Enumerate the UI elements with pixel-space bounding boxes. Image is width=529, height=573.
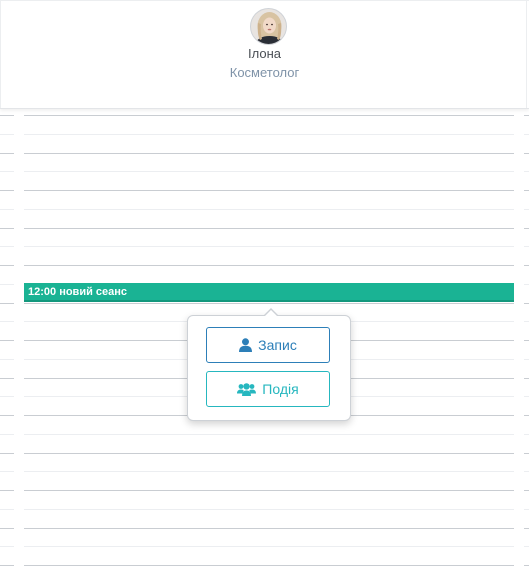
- time-slot-line: [0, 453, 14, 454]
- time-slot-line: [0, 415, 14, 416]
- staff-header: Ілона Косметолог: [0, 0, 529, 109]
- time-slot-line: [0, 359, 14, 360]
- time-slot-line: [24, 246, 514, 247]
- time-slot-line: [0, 434, 14, 435]
- time-slot-line: [24, 171, 514, 172]
- create-popover: Запис Подія: [187, 308, 351, 421]
- time-slot-line: [524, 228, 529, 229]
- new-event-label: Подія: [262, 381, 299, 397]
- time-slot-line: [0, 321, 14, 322]
- time-slot-line: [24, 490, 514, 491]
- time-slot-line: [0, 153, 14, 154]
- time-slot-line: [524, 565, 529, 566]
- new-record-label: Запис: [258, 337, 297, 353]
- header-divider: [0, 0, 529, 1]
- time-slot-line: [0, 490, 14, 491]
- time-slot-line: [524, 246, 529, 247]
- time-slot-line: [524, 321, 529, 322]
- time-slot-line: [524, 434, 529, 435]
- time-slot-line: [24, 453, 514, 454]
- time-slot-line: [524, 546, 529, 547]
- time-slot-line: [24, 209, 514, 210]
- time-slot-line: [524, 265, 529, 266]
- time-slot-line: [24, 528, 514, 529]
- time-slot-line: [524, 284, 529, 285]
- time-slot-line: [524, 471, 529, 472]
- time-slot-line: [524, 153, 529, 154]
- time-slot-line: [524, 453, 529, 454]
- avatar[interactable]: [250, 8, 287, 45]
- time-slot-line: [0, 115, 14, 116]
- new-record-button[interactable]: Запис: [206, 327, 330, 363]
- time-slot-line: [524, 190, 529, 191]
- time-slot-line: [524, 303, 529, 304]
- time-slot-line: [524, 171, 529, 172]
- time-slot-line: [524, 378, 529, 379]
- time-slot-line: [524, 134, 529, 135]
- time-slot-line: [524, 396, 529, 397]
- time-slot-line: [24, 471, 514, 472]
- time-slot-line: [524, 415, 529, 416]
- time-slot-line: [524, 490, 529, 491]
- user-icon: [239, 338, 253, 352]
- popover-arrow: [264, 310, 278, 317]
- time-slot-line: [0, 471, 14, 472]
- time-slot-line: [0, 303, 14, 304]
- avatar-photo: [251, 9, 286, 44]
- next-day-column: [524, 109, 529, 573]
- time-slot-line: [524, 115, 529, 116]
- time-slot-line: [524, 528, 529, 529]
- time-slot-line: [0, 284, 14, 285]
- time-slot-line: [24, 265, 514, 266]
- time-slot-line: [0, 228, 14, 229]
- users-icon: [237, 382, 257, 396]
- time-slot-line: [24, 434, 514, 435]
- time-slot-line: [0, 340, 14, 341]
- time-slot-line: [524, 359, 529, 360]
- time-slot-line: [0, 565, 14, 566]
- time-slot-line: [0, 134, 14, 135]
- time-slot-line: [24, 134, 514, 135]
- time-slot-line: [0, 396, 14, 397]
- staff-role: Косметолог: [229, 65, 300, 80]
- time-slot-line: [24, 565, 514, 566]
- time-slot-line: [24, 546, 514, 547]
- time-slot-line: [24, 509, 514, 510]
- calendar-page: Ілона Косметолог 12:00 новий сеанс Запис: [0, 0, 529, 573]
- staff-name: Ілона: [248, 46, 281, 61]
- time-slot-line: [24, 303, 514, 304]
- time-slot-line: [524, 340, 529, 341]
- time-slot-line: [524, 209, 529, 210]
- new-event-button[interactable]: Подія: [206, 371, 330, 407]
- event-label: 12:00 новий сеанс: [28, 286, 128, 298]
- time-slot-line: [0, 190, 14, 191]
- time-slot-line: [24, 153, 514, 154]
- time-slot-line: [0, 509, 14, 510]
- time-slot-line: [524, 509, 529, 510]
- calendar-event[interactable]: 12:00 новий сеанс: [24, 283, 514, 302]
- time-slot-line: [0, 265, 14, 266]
- time-slot-line: [24, 190, 514, 191]
- time-slot-line: [0, 528, 14, 529]
- time-slot-line: [0, 546, 14, 547]
- time-slot-line: [0, 209, 14, 210]
- time-slot-line: [0, 378, 14, 379]
- time-slot-line: [24, 228, 514, 229]
- time-slot-line: [24, 115, 514, 116]
- time-column: [0, 109, 14, 573]
- time-slot-line: [0, 246, 14, 247]
- time-slot-line: [0, 171, 14, 172]
